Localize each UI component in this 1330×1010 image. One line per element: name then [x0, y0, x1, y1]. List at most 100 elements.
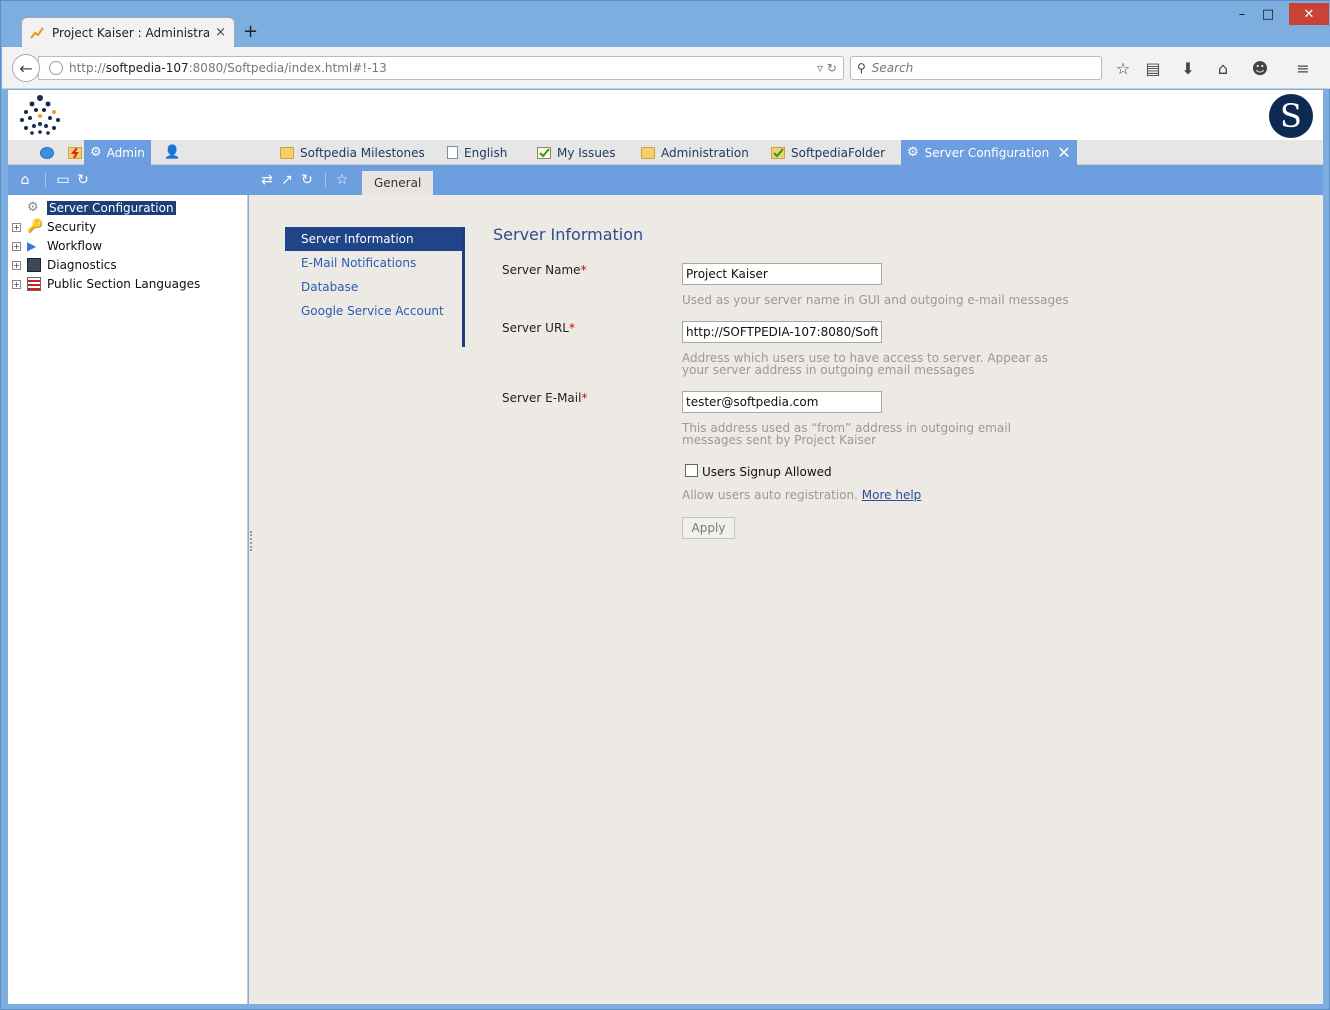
- softpedia-logo: S: [1269, 94, 1313, 138]
- close-tab-icon[interactable]: ✕: [1057, 143, 1070, 162]
- swap-icon[interactable]: ⇄: [258, 171, 276, 189]
- server-name-label: Server Name*: [502, 263, 587, 277]
- gear-icon: ⚙: [90, 145, 102, 160]
- app-header: S: [8, 90, 1323, 140]
- panel-splitter[interactable]: [250, 531, 252, 551]
- tab-server-configuration[interactable]: ⚙ Server Configuration ✕: [901, 140, 1077, 165]
- arrow-left-icon: ←: [19, 58, 33, 78]
- globe-icon: [40, 146, 54, 159]
- server-email-field[interactable]: [682, 391, 882, 413]
- more-help-link[interactable]: More help: [862, 488, 922, 502]
- tab-label: Administration: [661, 145, 749, 160]
- server-name-field[interactable]: [682, 263, 882, 285]
- flag-icon: [27, 277, 41, 291]
- form-title: Server Information: [493, 225, 644, 244]
- tree-item-label: Security: [47, 220, 97, 234]
- server-url-label: Server URL*: [502, 321, 575, 335]
- maximize-button[interactable]: □: [1251, 3, 1285, 25]
- signup-hint: Allow users auto registration. More help: [682, 489, 1072, 501]
- folder-icon: [280, 146, 294, 159]
- star-icon[interactable]: ☆: [333, 171, 351, 189]
- expand-icon[interactable]: +: [12, 241, 21, 251]
- tab-softpedia-milestones[interactable]: Softpedia Milestones: [274, 140, 431, 165]
- download-icon[interactable]: ⬇: [1177, 57, 1199, 79]
- tab-label: Softpedia Milestones: [300, 145, 425, 160]
- browser-window: Project Kaiser : Administrat... × + – □ …: [0, 0, 1330, 1010]
- required-mark: *: [580, 263, 587, 277]
- reading-list-icon[interactable]: ▤: [1142, 57, 1164, 79]
- checklist-icon: [537, 146, 551, 159]
- required-mark: *: [581, 391, 588, 405]
- expand-icon[interactable]: +: [12, 279, 21, 289]
- tree-item-diagnostics[interactable]: + Diagnostics: [8, 256, 117, 274]
- server-name-hint: Used as your server name in GUI and outg…: [682, 293, 1069, 307]
- server-email-label: Server E-Mail*: [502, 391, 587, 405]
- refresh-icon[interactable]: ↻: [298, 171, 316, 189]
- users-signup-label: Users Signup Allowed: [702, 465, 832, 479]
- chart-favicon-icon: [30, 26, 44, 40]
- collapse-icon[interactable]: ▭: [54, 171, 72, 189]
- sidenav-item-database[interactable]: Database: [285, 275, 462, 299]
- tab-admin-label: Admin: [106, 145, 145, 160]
- tree-item-public-section-languages[interactable]: + Public Section Languages: [8, 275, 200, 293]
- tree-item-server-configuration[interactable]: ⚙ Server Configuration: [27, 199, 176, 217]
- globe-icon: [49, 61, 63, 75]
- search-input[interactable]: ⚲ Search: [850, 56, 1102, 80]
- browser-navbar: http://softpedia-107:8080/Softpedia/inde…: [2, 47, 1330, 89]
- open-external-icon[interactable]: ↗: [278, 171, 296, 189]
- star-bookmark-icon[interactable]: ☆: [1112, 57, 1134, 79]
- home-icon[interactable]: ⌂: [16, 171, 34, 189]
- tab-label: English: [464, 145, 508, 160]
- toolbar-separator: [45, 172, 46, 188]
- sidenav-item-google-service-account[interactable]: Google Service Account: [285, 299, 462, 323]
- server-url-field[interactable]: [682, 321, 882, 343]
- menu-icon[interactable]: ≡: [1292, 57, 1314, 79]
- tab-my-issues[interactable]: My Issues: [531, 140, 622, 165]
- toolbar-row: ⌂ ▭ ↻ ⇄ ↗ ↻ ☆ General: [8, 165, 1323, 195]
- window-close-button[interactable]: ✕: [1289, 3, 1329, 25]
- tree-item-label: Diagnostics: [47, 258, 117, 272]
- url-host: softpedia-107: [105, 61, 189, 75]
- url-path: :8080/Softpedia/index.html#!-13: [188, 61, 387, 75]
- tab-general[interactable]: General: [362, 171, 434, 195]
- search-placeholder: Search: [871, 61, 914, 75]
- required-mark: *: [568, 321, 575, 335]
- new-tab-button[interactable]: +: [243, 21, 258, 42]
- tree-item-security[interactable]: + 🔑 Security: [8, 218, 96, 236]
- browser-tab[interactable]: Project Kaiser : Administrat... ×: [21, 17, 235, 47]
- play-icon: ▶: [27, 239, 37, 253]
- tab-label: My Issues: [557, 145, 616, 160]
- back-button[interactable]: ←: [12, 54, 40, 82]
- search-icon: ⚲: [857, 61, 866, 75]
- label-text: Server URL: [502, 321, 569, 335]
- home-icon[interactable]: ⌂: [1212, 57, 1234, 79]
- settings-sidenav: Server Information E-Mail Notifications …: [285, 227, 465, 347]
- user-tab[interactable]: 👤: [158, 140, 186, 165]
- tree-item-workflow[interactable]: + ▶ Workflow: [8, 237, 102, 255]
- tab-english[interactable]: English: [441, 140, 513, 165]
- sidenav-item-email-notifications[interactable]: E-Mail Notifications: [285, 251, 462, 275]
- signup-hint-text: Allow users auto registration.: [682, 488, 858, 502]
- navigation-tree: ⚙ Server Configuration + 🔑 Security + ▶ …: [8, 195, 248, 1004]
- server-email-hint: This address used as “from” address in o…: [682, 421, 1011, 447]
- label-text: Server Name: [502, 263, 581, 277]
- refresh-icon[interactable]: ↻: [74, 171, 92, 189]
- reload-icon[interactable]: ▿ ↻: [817, 61, 837, 75]
- apply-button[interactable]: Apply: [682, 517, 735, 539]
- tab-admin[interactable]: ⚙ Admin: [84, 140, 151, 165]
- sidenav-item-server-information[interactable]: Server Information: [285, 227, 462, 251]
- tab-administration[interactable]: Administration: [635, 140, 755, 165]
- app-tab-row: ⚙ Admin 👤 Softpedia Milestones English M…: [8, 140, 1323, 165]
- url-bar[interactable]: http://softpedia-107:8080/Softpedia/inde…: [38, 56, 844, 80]
- gear-icon: ⚙: [27, 200, 39, 215]
- url-prefix: http://: [69, 61, 106, 75]
- users-signup-checkbox[interactable]: [685, 464, 698, 477]
- expand-icon[interactable]: +: [12, 222, 21, 232]
- tab-softpediafolder[interactable]: SoftpediaFolder: [765, 140, 891, 165]
- browser-tabstrip: Project Kaiser : Administrat... × + – □ …: [1, 1, 1330, 47]
- close-tab-icon[interactable]: ×: [215, 25, 226, 40]
- expand-icon[interactable]: +: [12, 260, 21, 270]
- smiley-icon[interactable]: ☻: [1249, 57, 1271, 79]
- app-logo: [20, 95, 60, 135]
- checked-folder-icon: [771, 146, 785, 159]
